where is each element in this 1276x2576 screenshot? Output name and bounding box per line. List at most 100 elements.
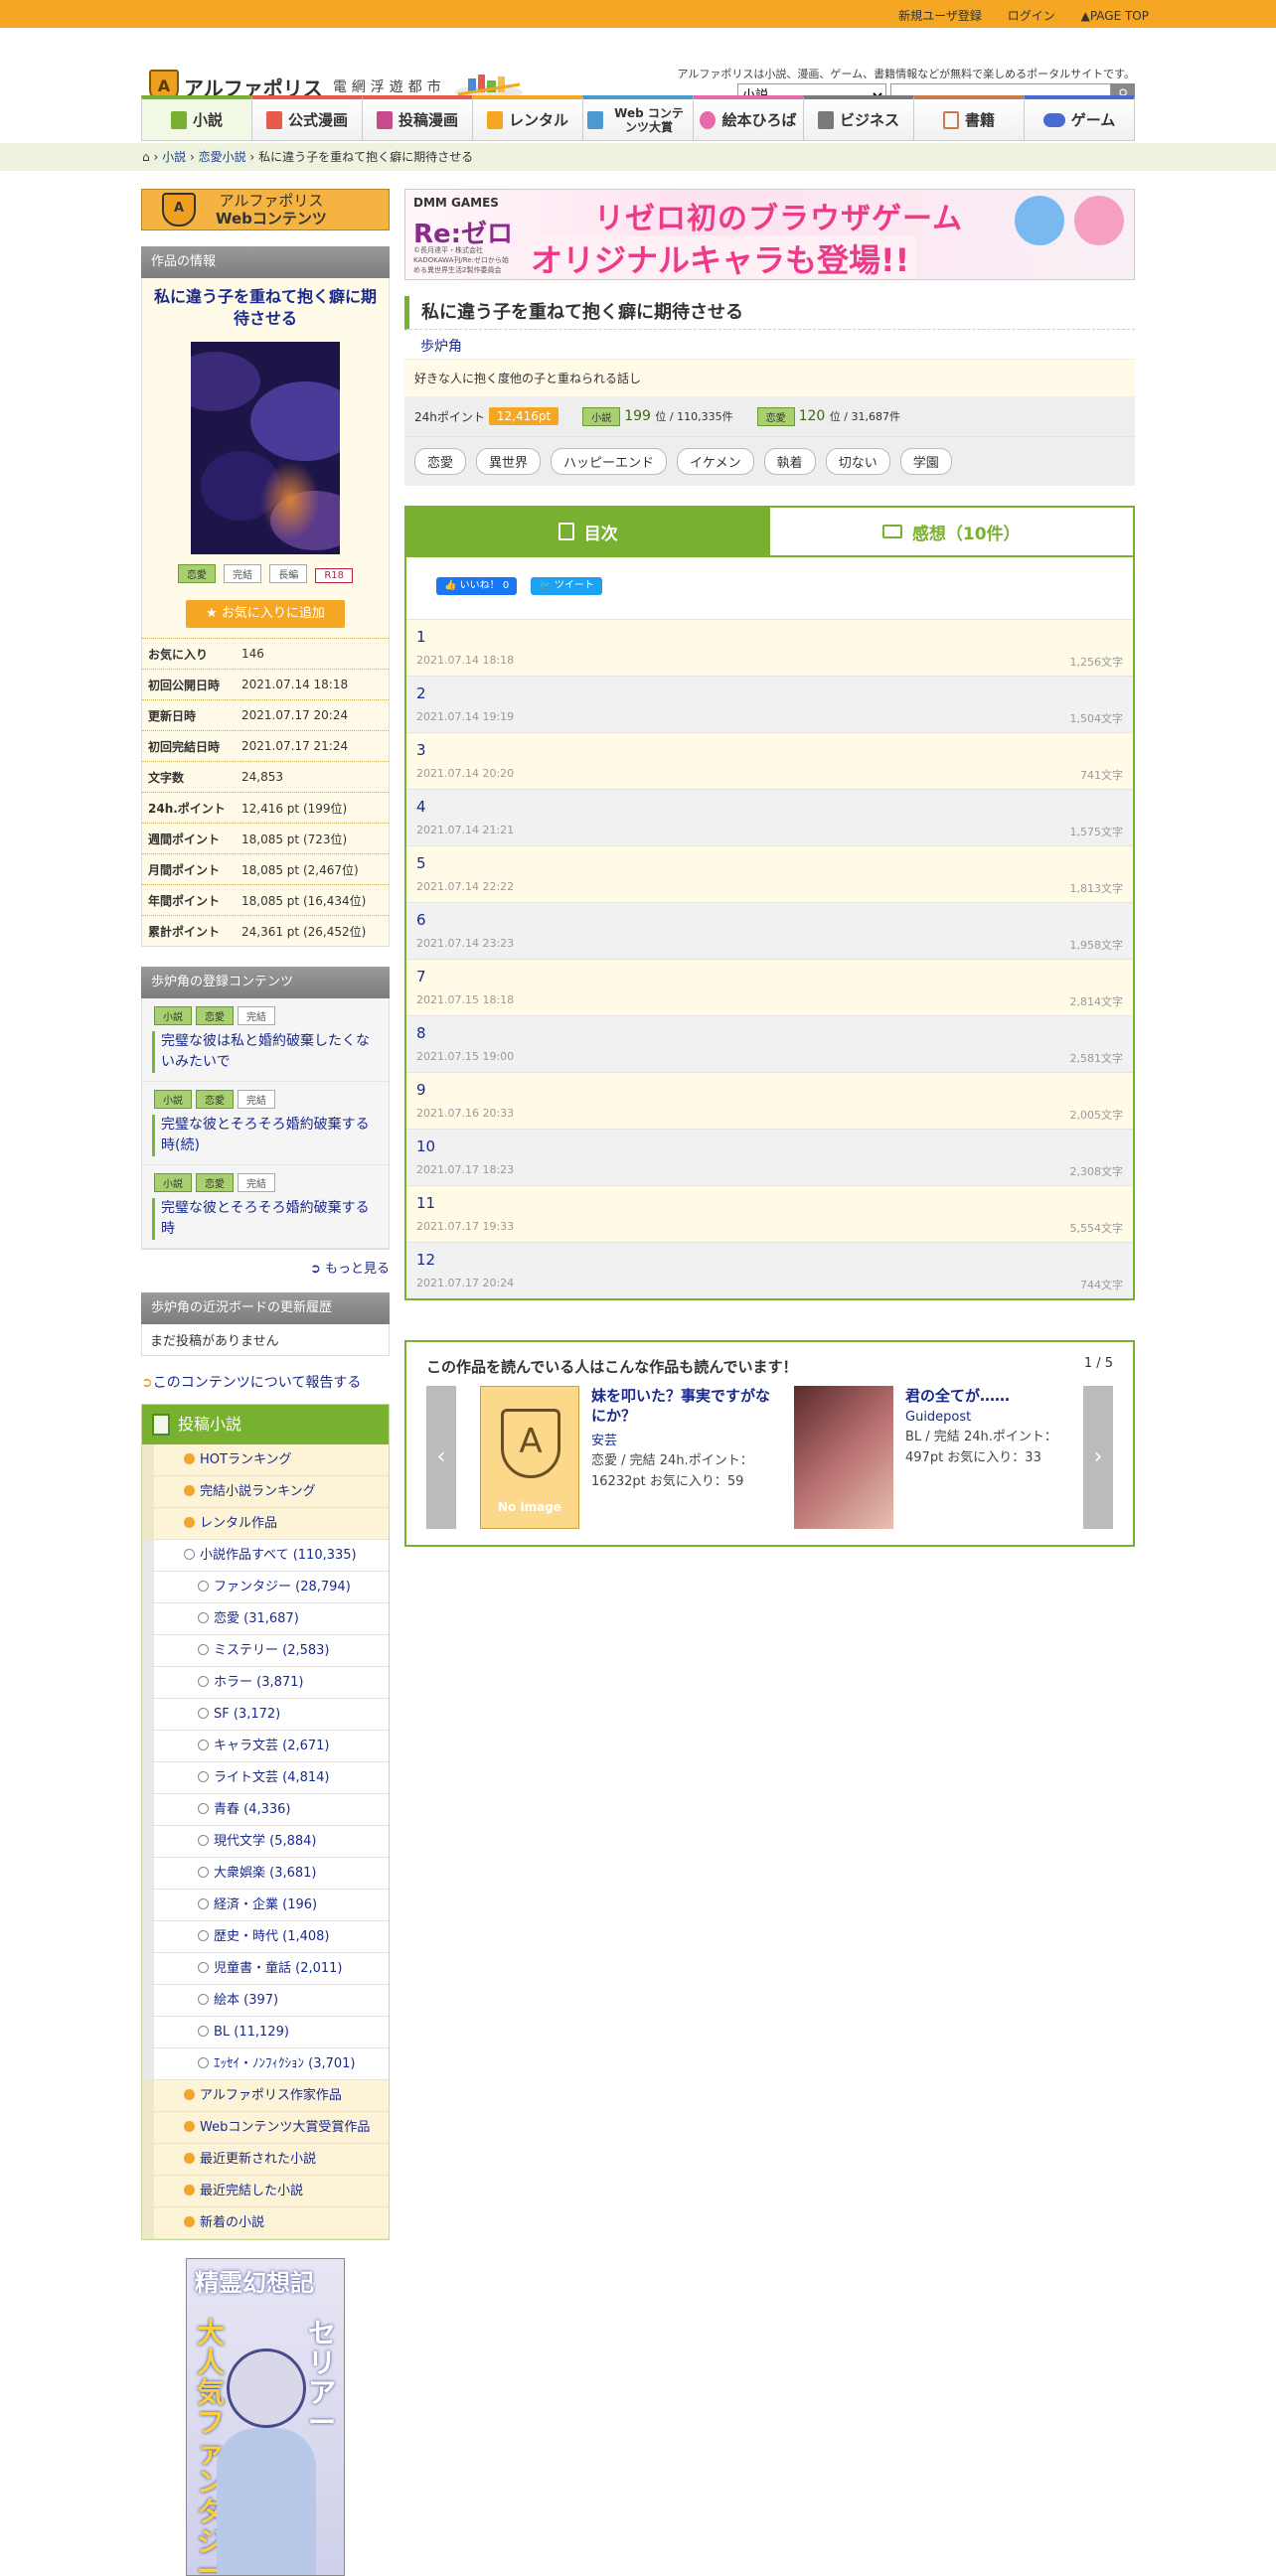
category-item[interactable]: 恋愛 (31,687) xyxy=(142,1603,389,1635)
registered-title[interactable]: 完璧な彼とそろそろ婚約破棄する時 xyxy=(152,1198,379,1240)
reco-title[interactable]: 妹を叩いた？事実ですがなにか？ xyxy=(591,1386,780,1426)
author-link[interactable]: 歩炉角 xyxy=(404,334,1135,360)
nav-official-manga[interactable]: 公式漫画 xyxy=(251,95,363,141)
category-item[interactable]: ミステリー (2,583) xyxy=(142,1635,389,1667)
category-item[interactable]: 児童書・童話 (2,011) xyxy=(142,1953,389,1985)
reco-item[interactable]: 君の全てが…… Guidepost BL / 完結 24h.ポイント：497pt… xyxy=(794,1386,1094,1529)
category-item[interactable]: 経済・企業 (196) xyxy=(142,1890,389,1921)
prev-button[interactable]: ‹ xyxy=(426,1386,456,1529)
more-link[interactable]: ➲ もっと見る xyxy=(141,1258,390,1277)
episode-row[interactable]: 1 2021.07.14 18:18 1,256文字 xyxy=(406,619,1133,676)
category-item[interactable]: 現代文学 (5,884) xyxy=(142,1826,389,1858)
work-title[interactable]: 私に違う子を重ねて抱く癖に期待させる xyxy=(142,278,389,338)
episode-row[interactable]: 5 2021.07.14 22:22 1,813文字 xyxy=(406,845,1133,902)
category-item[interactable]: レンタル作品 xyxy=(142,1508,389,1540)
nav-novel[interactable]: 小説 xyxy=(141,95,252,141)
nav-games[interactable]: ゲーム xyxy=(1024,95,1135,141)
register-link[interactable]: 新規ユーザ登録 xyxy=(898,9,982,23)
category-item[interactable]: 最近更新された小説 xyxy=(142,2144,389,2176)
bullet-icon xyxy=(184,1453,195,1464)
category-item[interactable]: Webコンテンツ大賞受賞作品 xyxy=(142,2112,389,2144)
cover-image[interactable] xyxy=(191,342,340,554)
reco-title[interactable]: 君の全てが…… xyxy=(905,1386,1094,1406)
category-item[interactable]: BL (11,129) xyxy=(142,2017,389,2048)
category-item[interactable]: 絵本 (397) xyxy=(142,1985,389,2017)
category-item[interactable]: 大衆娯楽 (3,681) xyxy=(142,1858,389,1890)
category-item[interactable]: アルファポリス作家作品 xyxy=(142,2080,389,2112)
rank-tag[interactable]: 恋愛 xyxy=(756,406,795,426)
tag[interactable]: 恋愛 xyxy=(414,448,467,475)
reco-author[interactable]: Guidepost xyxy=(905,1410,1094,1425)
category-item[interactable]: HOTランキング xyxy=(142,1444,389,1476)
episode-row[interactable]: 4 2021.07.14 21:21 1,575文字 xyxy=(406,789,1133,845)
nav-rental[interactable]: レンタル xyxy=(472,95,583,141)
episode-row[interactable]: 8 2021.07.15 19:00 2,581文字 xyxy=(406,1015,1133,1072)
category-item[interactable]: ホラー (3,871) xyxy=(142,1667,389,1699)
nav-picture-book[interactable]: 絵本ひろば xyxy=(693,95,804,141)
tag[interactable]: イケメン xyxy=(677,448,754,475)
bullet-icon xyxy=(198,1930,209,1941)
tweet-button[interactable]: 🐦 ツイート xyxy=(531,577,602,595)
category-item[interactable]: ライト文芸 (4,814) xyxy=(142,1762,389,1794)
pagetop-link[interactable]: ▲PAGE TOP xyxy=(1081,9,1149,23)
stat-row: 月間ポイント 18,085 pt (2,467位) xyxy=(142,853,389,884)
nav-web-contents-award[interactable]: Web コンテンツ大賞 xyxy=(582,95,694,141)
registered-title[interactable]: 完璧な彼とそろそろ婚約破棄する時(続) xyxy=(152,1115,379,1156)
episode-row[interactable]: 3 2021.07.14 20:20 741文字 xyxy=(406,732,1133,789)
episode-row[interactable]: 11 2021.07.17 19:33 5,554文字 xyxy=(406,1185,1133,1242)
twitter-icon: 🐦 xyxy=(539,580,552,591)
add-favorite-button[interactable]: ★ お気に入りに追加 xyxy=(186,600,345,628)
category-item[interactable]: 最近完結した小説 xyxy=(142,2176,389,2207)
breadcrumb-romance[interactable]: 恋愛小説 xyxy=(199,150,246,164)
category-item[interactable]: 歴史・時代 (1,408) xyxy=(142,1921,389,1953)
nav-posted-manga[interactable]: 投稿漫画 xyxy=(362,95,473,141)
episode-row[interactable]: 10 2021.07.17 18:23 2,308文字 xyxy=(406,1129,1133,1185)
nav-books[interactable]: 書籍 xyxy=(913,95,1025,141)
episode-date: 2021.07.14 22:22 xyxy=(416,880,515,893)
category-item[interactable]: キャラ文芸 (2,671) xyxy=(142,1731,389,1762)
tag[interactable]: ハッピーエンド xyxy=(551,448,668,475)
episode-row[interactable]: 7 2021.07.15 18:18 2,814文字 xyxy=(406,959,1133,1015)
report-link[interactable]: ➲このコンテンツについて報告する xyxy=(141,1372,390,1392)
reco-item[interactable]: A No image 妹を叩いた？事実ですがなにか？ 安芸 恋愛 / 完結 24… xyxy=(480,1386,780,1529)
episode-date: 2021.07.17 20:24 xyxy=(416,1277,515,1289)
tab-toc[interactable]: 目次 xyxy=(406,508,770,555)
top-ad-banner[interactable]: DMM GAMES Re:ゼロ リゼロ初のブラウザゲーム オリジナルキャラも登場… xyxy=(404,189,1135,280)
badge-rating: R18 xyxy=(315,568,354,583)
web-contents-badge[interactable]: A アルファポリス Webコンテンツ xyxy=(141,189,390,230)
breadcrumb-novel[interactable]: 小説 xyxy=(162,150,186,164)
category-item[interactable]: SF (3,172) xyxy=(142,1699,389,1731)
home-icon[interactable]: ⌂ xyxy=(142,150,150,164)
episode-row[interactable]: 2 2021.07.14 19:19 1,504文字 xyxy=(406,676,1133,732)
reco-author[interactable]: 安芸 xyxy=(591,1430,780,1448)
tag[interactable]: 切ない xyxy=(825,448,890,475)
category-item[interactable]: 新着の小説 xyxy=(142,2207,389,2239)
category-item[interactable]: ファンタジー (28,794) xyxy=(142,1572,389,1603)
points-badge: 12,416pt xyxy=(488,407,559,425)
category-item[interactable]: ｴｯｾｲ・ﾉﾝﾌｨｸｼｮﾝ (3,701) xyxy=(142,2048,389,2080)
side-ad-banner[interactable]: 精霊幻想記 大人気ファンタジー セリアー xyxy=(186,2258,345,2576)
like-button[interactable]: 👍 いいね！ 0 xyxy=(436,577,518,595)
category-item[interactable]: 青春 (4,336) xyxy=(142,1794,389,1826)
stat-row: 週間ポイント 18,085 pt (723位) xyxy=(142,823,389,853)
stat-row: 初回公開日時 2021.07.14 18:18 xyxy=(142,669,389,699)
stat-row: 更新日時 2021.07.17 20:24 xyxy=(142,699,389,730)
episode-row[interactable]: 12 2021.07.17 20:24 744文字 xyxy=(406,1242,1133,1298)
reco-header: この作品を読んでいる人はこんな作品も読んでいます！ xyxy=(426,1358,798,1376)
tag[interactable]: 執着 xyxy=(763,448,816,475)
nav-business[interactable]: ビジネス xyxy=(803,95,914,141)
bullet-icon xyxy=(198,1676,209,1687)
category-item[interactable]: 完結小説ランキング xyxy=(142,1476,389,1508)
episode-row[interactable]: 9 2021.07.16 20:33 2,005文字 xyxy=(406,1072,1133,1129)
episode-row[interactable]: 6 2021.07.14 23:23 1,958文字 xyxy=(406,902,1133,959)
arrow-circle-icon: ➲ xyxy=(309,1262,325,1277)
episode-chars: 1,256文字 xyxy=(1069,656,1124,669)
category-item[interactable]: 小説作品すべて (110,335) xyxy=(142,1540,389,1572)
rank-tag[interactable]: 小説 xyxy=(582,406,621,426)
registered-title[interactable]: 完璧な彼は私と婚約破棄したくないみたいで xyxy=(152,1031,379,1073)
tab-comments[interactable]: 感想（10件） xyxy=(769,508,1133,555)
login-link[interactable]: ログイン xyxy=(1008,9,1055,23)
tag[interactable]: 異世界 xyxy=(476,448,542,475)
bullet-icon xyxy=(198,2026,209,2037)
tag[interactable]: 学園 xyxy=(899,448,952,475)
